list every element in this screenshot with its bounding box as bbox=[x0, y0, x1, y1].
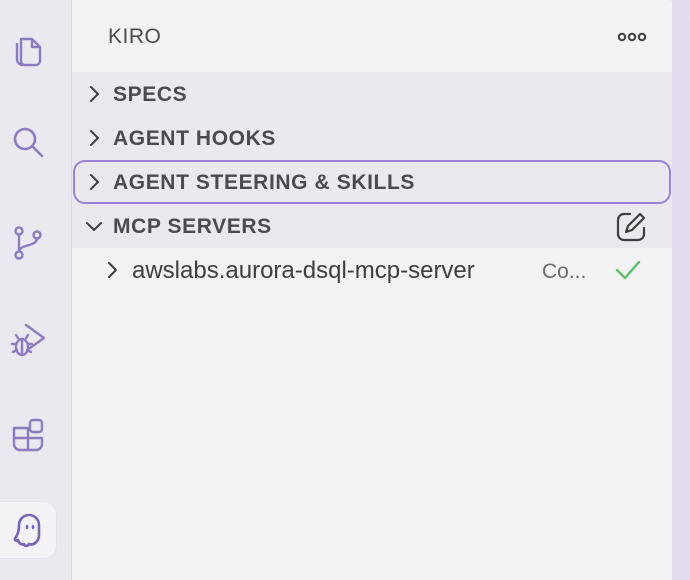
window: KIRO SPECS AGENT HOOKS AGENT STEERING & … bbox=[0, 0, 690, 580]
section-label: MCP SERVERS bbox=[113, 215, 272, 238]
chevron-right-icon bbox=[90, 130, 99, 146]
mcp-server-item[interactable]: awslabs.aurora-dsql-mcp-server Co... bbox=[72, 248, 672, 292]
section-agent-hooks[interactable]: AGENT HOOKS bbox=[72, 116, 672, 160]
chevron-right-icon bbox=[108, 262, 117, 278]
extensions-icon[interactable] bbox=[0, 406, 56, 462]
run-debug-icon[interactable] bbox=[0, 312, 56, 368]
edit-config-icon[interactable] bbox=[614, 210, 648, 244]
kiro-ghost-icon[interactable] bbox=[0, 502, 56, 558]
section-mcp-servers[interactable]: MCP SERVERS bbox=[72, 204, 672, 248]
window-edge bbox=[672, 0, 690, 580]
server-name: awslabs.aurora-dsql-mcp-server bbox=[132, 257, 475, 284]
connected-check-icon bbox=[614, 257, 642, 283]
source-control-icon[interactable] bbox=[0, 214, 56, 270]
server-status: Co... bbox=[542, 260, 587, 283]
chevron-right-icon bbox=[90, 86, 99, 102]
section-label: SPECS bbox=[113, 83, 188, 106]
sidebar-header: KIRO bbox=[72, 0, 672, 72]
more-actions-icon[interactable] bbox=[616, 27, 650, 47]
activity-bar bbox=[0, 0, 72, 580]
focus-outline bbox=[73, 160, 671, 204]
kiro-sidebar: KIRO SPECS AGENT HOOKS AGENT STEERING & … bbox=[72, 0, 672, 580]
sidebar-title: KIRO bbox=[108, 25, 162, 48]
section-label: AGENT HOOKS bbox=[113, 127, 276, 150]
search-icon[interactable] bbox=[0, 114, 56, 170]
chevron-down-icon bbox=[86, 222, 102, 231]
explorer-icon[interactable] bbox=[0, 22, 56, 78]
section-specs[interactable]: SPECS bbox=[72, 72, 672, 116]
